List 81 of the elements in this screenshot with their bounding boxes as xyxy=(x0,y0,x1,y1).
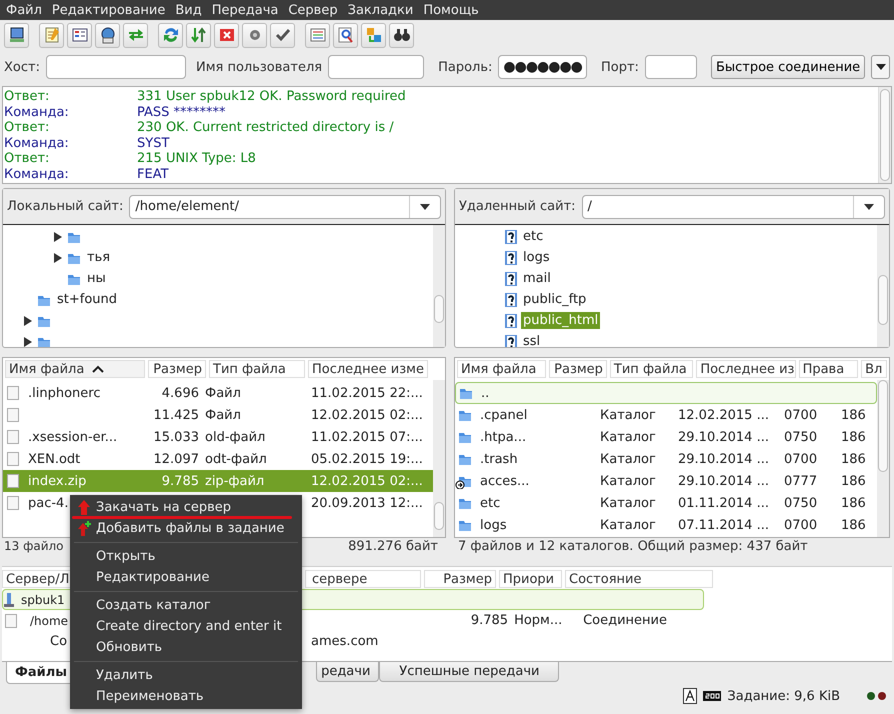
file-name: .trash xyxy=(480,452,518,466)
queue-priority: Норм... xyxy=(514,613,564,628)
file-type: Каталог xyxy=(600,474,656,488)
queue-detail: ames.com xyxy=(311,634,378,649)
file-date: 29.10.2014 ... xyxy=(678,474,769,488)
file-name: index.zip xyxy=(28,474,86,488)
file-type: odt-файл xyxy=(205,452,267,466)
status-text: 891.276 байт xyxy=(348,539,438,556)
log-label: Команда: xyxy=(3,104,70,120)
log-label: Команда: xyxy=(3,136,70,151)
log-label: Ответ: xyxy=(3,120,50,136)
file-date: 11.02.2015 22:... xyxy=(311,386,423,400)
log-message: 215 UNIX Type: L8 xyxy=(137,151,256,166)
file-size: 4.696 xyxy=(162,386,199,400)
file-date: 07.11.2014 ... xyxy=(678,518,769,532)
status-text: 7 файлов и 12 каталогов. Общий размер: 437 байт xyxy=(458,539,808,556)
file-owner: 186 xyxy=(841,518,866,532)
queue-size-status: Задание: 9,6 KiB xyxy=(727,688,840,704)
field-label: Имя пользователя xyxy=(196,60,322,74)
file-name: .. xyxy=(481,386,490,400)
file-owner: 186 xyxy=(841,452,866,466)
file-type: Файл xyxy=(205,386,241,400)
file-name: .xsession-er... xyxy=(28,430,118,444)
file-date: 05.02.2015 19:... xyxy=(311,452,423,466)
file-name: .htpa... xyxy=(480,430,526,444)
queue-detail: Co xyxy=(50,634,68,649)
file-type: old-файл xyxy=(205,430,266,444)
queue-status: Соединение xyxy=(583,613,667,628)
file-name: .cpanel xyxy=(480,408,528,422)
file-owner: 186 xyxy=(841,430,866,444)
file-type: zip-файл xyxy=(205,474,264,488)
file-date: 20.09.2013 12:... xyxy=(311,496,423,510)
file-name: logs xyxy=(480,518,507,532)
file-date: 29.10.2014 ... xyxy=(678,430,769,444)
file-name: .linphonerc xyxy=(28,386,100,400)
file-name: XEN.odt xyxy=(28,452,80,466)
log-label: Команда: xyxy=(3,166,70,182)
file-date: 12.02.2015 ... xyxy=(678,408,769,422)
log-message: SYST xyxy=(137,136,170,151)
file-name: pac-4. xyxy=(28,496,68,510)
file-type: Каталог xyxy=(600,496,656,510)
file-size: 11.425 xyxy=(154,408,199,422)
file-type: Каталог xyxy=(600,518,656,532)
field-label: Хост: xyxy=(4,60,40,74)
log-label: Ответ: xyxy=(3,151,50,166)
file-type: Файл xyxy=(205,408,241,422)
file-owner: 186 xyxy=(841,474,866,488)
file-permissions: 0700 xyxy=(784,452,818,466)
file-permissions: 0700 xyxy=(784,408,818,422)
file-size: 12.097 xyxy=(154,452,199,466)
file-owner: 186 xyxy=(841,408,866,422)
file-size: 15.033 xyxy=(154,430,199,444)
status-text: 13 файло xyxy=(4,539,64,555)
log-message: PASS ******** xyxy=(137,104,226,120)
file-permissions: 0777 xyxy=(784,474,818,488)
queue-size: 9.785 xyxy=(470,613,508,628)
site-label: Удаленный сайт: xyxy=(459,199,576,214)
log-message: 331 User spbuk12 OK. Password required xyxy=(137,89,406,104)
log-label: Ответ: xyxy=(3,89,50,104)
file-name: acces... xyxy=(480,474,530,488)
file-date: 29.10.2014 ... xyxy=(678,452,769,466)
file-type: Каталог xyxy=(600,408,656,422)
field-label: Пароль: xyxy=(438,60,492,74)
site-label: Локальный сайт: xyxy=(7,199,124,214)
log-message: FEAT xyxy=(137,166,169,182)
file-type: Каталог xyxy=(600,452,656,466)
file-date: 12.02.2015 02:... xyxy=(311,474,423,488)
field-label: Порт: xyxy=(601,60,639,74)
file-date: 01.11.2014 ... xyxy=(678,496,769,510)
file-date: 12.02.2015 02:... xyxy=(311,408,423,422)
file-type: Каталог xyxy=(600,430,656,444)
log-message: 230 OK. Current restricted directory is / xyxy=(137,120,394,136)
queue-server: spbuk1 xyxy=(21,592,65,606)
queue-file: /home xyxy=(30,614,68,628)
file-permissions: 0750 xyxy=(784,430,818,444)
file-date: 11.02.2015 07:... xyxy=(311,430,423,444)
file-size: 9.785 xyxy=(162,474,199,488)
file-owner: 186 xyxy=(841,496,866,510)
file-permissions: 0750 xyxy=(784,496,818,510)
file-name: etc xyxy=(480,496,500,510)
file-permissions: 0700 xyxy=(784,518,818,532)
